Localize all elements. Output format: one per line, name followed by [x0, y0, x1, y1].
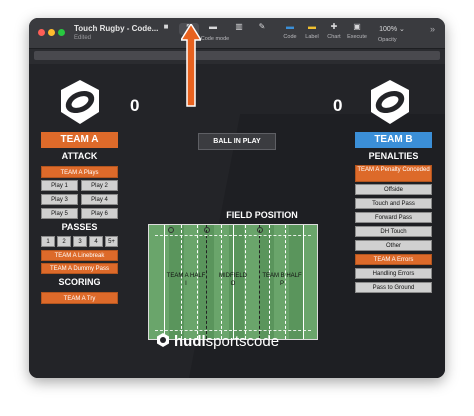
field-position-title: FIELD POSITION: [226, 210, 298, 220]
execute-icon: ▣: [353, 22, 361, 31]
pass-1-button[interactable]: 1: [41, 236, 55, 247]
title-bar: Touch Rugby - Code... Edited ■ ↖ Code mo…: [29, 18, 445, 49]
window-title: Touch Rugby - Code...: [74, 24, 159, 33]
pass-2-button[interactable]: 2: [57, 236, 71, 247]
team-b-logo: [371, 80, 409, 124]
chart-icon: ✚: [330, 22, 338, 31]
zone-marker-icon: [257, 227, 263, 233]
penalties-title: PENALTIES: [368, 151, 419, 161]
window-subtitle: Edited: [74, 35, 92, 41]
code-window-canvas: 0 0 TEAM A ATTACK TEAM A Plays Play 1 Pl…: [29, 64, 445, 378]
zone-code: I: [185, 281, 187, 287]
pass-to-ground-button[interactable]: Pass to Ground: [355, 282, 432, 293]
code-button[interactable]: ▬ Code: [279, 22, 301, 44]
other-button[interactable]: Other: [355, 240, 432, 251]
team-a-dummy-pass-button[interactable]: TEAM A Dummy Pass: [41, 263, 118, 274]
window-button[interactable]: ▬: [206, 22, 220, 44]
zoom-window-button[interactable]: [58, 29, 65, 36]
dh-touch-button[interactable]: DH Touch: [355, 226, 432, 237]
zone-team-a-half[interactable]: TEAM A HALF I: [165, 272, 207, 288]
field-markings: [155, 330, 311, 331]
window-icon: ▬: [209, 22, 217, 31]
team-b-score: 0: [333, 96, 343, 115]
secondary-toolbar: [34, 51, 440, 60]
code-icon: ▬: [286, 22, 294, 31]
team-b-header[interactable]: TEAM B: [355, 132, 432, 148]
label-button[interactable]: ▬ Label: [301, 22, 323, 44]
team-a-errors-button[interactable]: TEAM A Errors: [355, 254, 432, 265]
zone-midfield[interactable]: MIDFIELD O: [207, 272, 259, 288]
opacity-value: 100%: [379, 26, 398, 33]
touch-and-pass-button[interactable]: Touch and Pass: [355, 198, 432, 209]
chart-label: Chart: [327, 34, 341, 40]
opacity-select[interactable]: 100% ⌄: [375, 24, 409, 35]
zone-label: TEAM B HALF: [262, 273, 302, 279]
team-a-score: 0: [130, 96, 140, 115]
zone-code: O: [230, 281, 236, 287]
label-label: Label: [305, 34, 319, 40]
execute-label: Execute: [347, 34, 367, 40]
play-6-button[interactable]: Play 6: [81, 208, 118, 219]
label-icon: ▬: [308, 22, 316, 31]
zone-marker-icon: [168, 227, 174, 233]
forward-pass-button[interactable]: Forward Pass: [355, 212, 432, 223]
pass-4-button[interactable]: 4: [89, 236, 103, 247]
field-position-map[interactable]: TEAM A HALF I MIDFIELD O TEAM B HALF P: [148, 224, 318, 340]
opacity-label: Opacity: [378, 37, 397, 43]
brand-bold: hudl: [174, 333, 206, 350]
chart-button[interactable]: ✚ Chart: [323, 22, 345, 44]
play-2-button[interactable]: Play 2: [81, 180, 118, 191]
team-a-penalty-conceded-button[interactable]: TEAM A Penalty Conceded: [355, 165, 432, 182]
pen-button[interactable]: ✎: [255, 22, 269, 44]
team-a-linebreak-button[interactable]: TEAM A Linebreak: [41, 250, 118, 261]
field-markings: [155, 235, 311, 236]
pass-5plus-button[interactable]: 5+: [105, 236, 118, 247]
team-a-header[interactable]: TEAM A: [41, 132, 118, 148]
team-a-try-button[interactable]: TEAM A Try: [41, 292, 118, 304]
minimize-window-button[interactable]: [48, 29, 55, 36]
offside-button[interactable]: Offside: [355, 184, 432, 195]
more-icon[interactable]: »: [430, 24, 435, 34]
hudl-logo-icon: [157, 333, 169, 347]
play-4-button[interactable]: Play 4: [81, 194, 118, 205]
video-icon: ■: [163, 22, 169, 31]
pass-3-button[interactable]: 3: [73, 236, 87, 247]
scoring-title: SCORING: [58, 277, 101, 287]
video-button[interactable]: ■: [159, 22, 173, 44]
brand-rest: sportscode: [205, 333, 280, 350]
code-label: Code: [283, 34, 297, 40]
close-window-button[interactable]: [38, 29, 45, 36]
ball-in-play-button[interactable]: BALL IN PLAY: [198, 133, 276, 150]
team-a-plays-button[interactable]: TEAM A Plays: [41, 166, 118, 178]
zone-label: MIDFIELD: [218, 273, 247, 279]
execute-button[interactable]: ▣ Execute: [345, 22, 369, 44]
zone-code: P: [279, 281, 284, 287]
play-1-button[interactable]: Play 1: [41, 180, 78, 191]
handling-errors-button[interactable]: Handling Errors: [355, 268, 432, 279]
hudl-sportscode-logo: hudlsportscode: [157, 333, 280, 350]
play-3-button[interactable]: Play 3: [41, 194, 78, 205]
bars-icon: ▥: [235, 22, 243, 31]
zone-team-b-half[interactable]: TEAM B HALF P: [260, 272, 304, 288]
zone-label: TEAM A HALF: [166, 273, 206, 279]
team-a-logo: [61, 80, 99, 124]
attack-title: ATTACK: [61, 151, 98, 161]
app-window: Touch Rugby - Code... Edited ■ ↖ Code mo…: [29, 18, 445, 378]
play-5-button[interactable]: Play 5: [41, 208, 78, 219]
passes-title: PASSES: [61, 222, 98, 232]
pen-icon: ✎: [258, 22, 266, 31]
annotation-arrow-icon: [181, 24, 201, 107]
zone-marker-icon: [204, 227, 210, 233]
bars-button[interactable]: ▥: [232, 22, 246, 44]
